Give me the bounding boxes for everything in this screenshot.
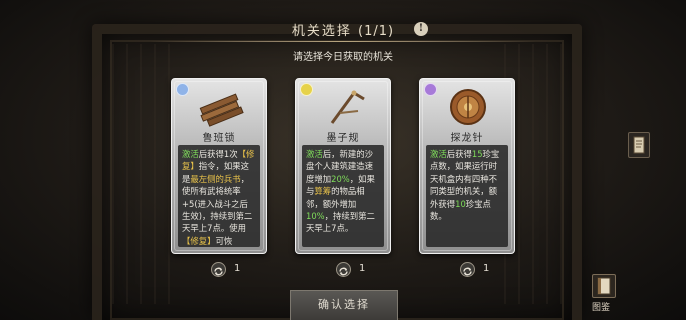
card-description: 激活后，新建的沙盘个人建筑建造速度增加20%，如果与算筹的物品相邻，额外增加10… — [302, 145, 384, 247]
description-text: 后获得1次 — [198, 149, 238, 159]
refresh-icon[interactable] — [336, 262, 351, 277]
ruler-square-icon — [314, 87, 374, 127]
catalog-book-icon[interactable] — [592, 274, 616, 298]
description-text: 可恢 — [215, 235, 233, 246]
refresh-count: 1 — [234, 263, 241, 274]
catalog-label: 图鉴 — [592, 303, 611, 313]
info-icon[interactable]: ! — [414, 22, 428, 36]
mechanism-card-mozi-rule[interactable]: 墨子规 激活后，新建的沙盘个人建筑建造速度增加20%，如果与算筹的物品相邻，额外… — [295, 78, 391, 254]
page-title: 机关选择 (1/1) — [150, 20, 536, 39]
refresh-control-2[interactable]: 1 — [336, 262, 376, 278]
card-name: 探龙针 — [450, 133, 484, 144]
title-text: 机关选择 — [291, 24, 352, 39]
highlight-text: 【修复】 — [182, 235, 216, 246]
highlight-text: 激活 — [430, 149, 447, 159]
mechanism-card-dragon-needle[interactable]: 探龙针 激活后获得15珍宝点数，如果运行时天机盒内有四种不同类型的机关，额外获得… — [419, 78, 515, 254]
rarity-badge — [300, 83, 313, 96]
selection-count: (1/1) — [358, 24, 395, 39]
highlight-text: 20% — [331, 173, 350, 184]
title-divider — [150, 41, 536, 42]
scroll-icon[interactable] — [628, 132, 650, 158]
highlight-text: 15 — [471, 149, 483, 159]
mechanism-card-luban-lock[interactable]: 鲁班锁 激活后获得1次【修复】指令，如果这是最左侧的兵书，使所有武将统率+5(进… — [171, 78, 267, 254]
highlight-text: 激活 — [182, 149, 199, 159]
instruction-text: 请选择今日获取的机关 — [293, 52, 393, 63]
highlight-text: 10 — [455, 198, 466, 209]
refresh-icon[interactable] — [460, 262, 475, 277]
card-name: 墨子规 — [326, 133, 360, 144]
lattice-left — [112, 44, 172, 304]
description-text: 后获得 — [446, 149, 472, 159]
refresh-control-1[interactable]: 1 — [211, 262, 251, 278]
refresh-control-3[interactable]: 1 — [460, 262, 500, 278]
highlight-text: 10% — [306, 211, 325, 222]
card-description: 激活后获得1次【修复】指令，如果这是最左侧的兵书，使所有武将统率+5(进入战斗之… — [178, 145, 260, 247]
refresh-icon[interactable] — [211, 262, 226, 277]
highlight-text: 最左侧的兵书 — [190, 173, 241, 184]
rarity-badge — [424, 83, 437, 96]
card-description: 激活后获得15珍宝点数，如果运行时天机盒内有四种不同类型的机关，额外获得10珍宝… — [426, 145, 508, 247]
refresh-count: 1 — [483, 263, 490, 274]
rarity-badge — [176, 83, 189, 96]
title-bar: 机关选择 (1/1) ! — [150, 20, 536, 42]
refresh-count: 1 — [359, 263, 366, 274]
highlight-text: 算筹 — [314, 186, 332, 197]
compass-disc-icon — [438, 87, 498, 127]
highlight-text: 激活 — [306, 149, 323, 159]
card-name: 鲁班锁 — [202, 133, 236, 144]
confirm-selection-button[interactable]: 确认选择 — [290, 290, 398, 320]
wooden-planks-icon — [190, 87, 250, 127]
